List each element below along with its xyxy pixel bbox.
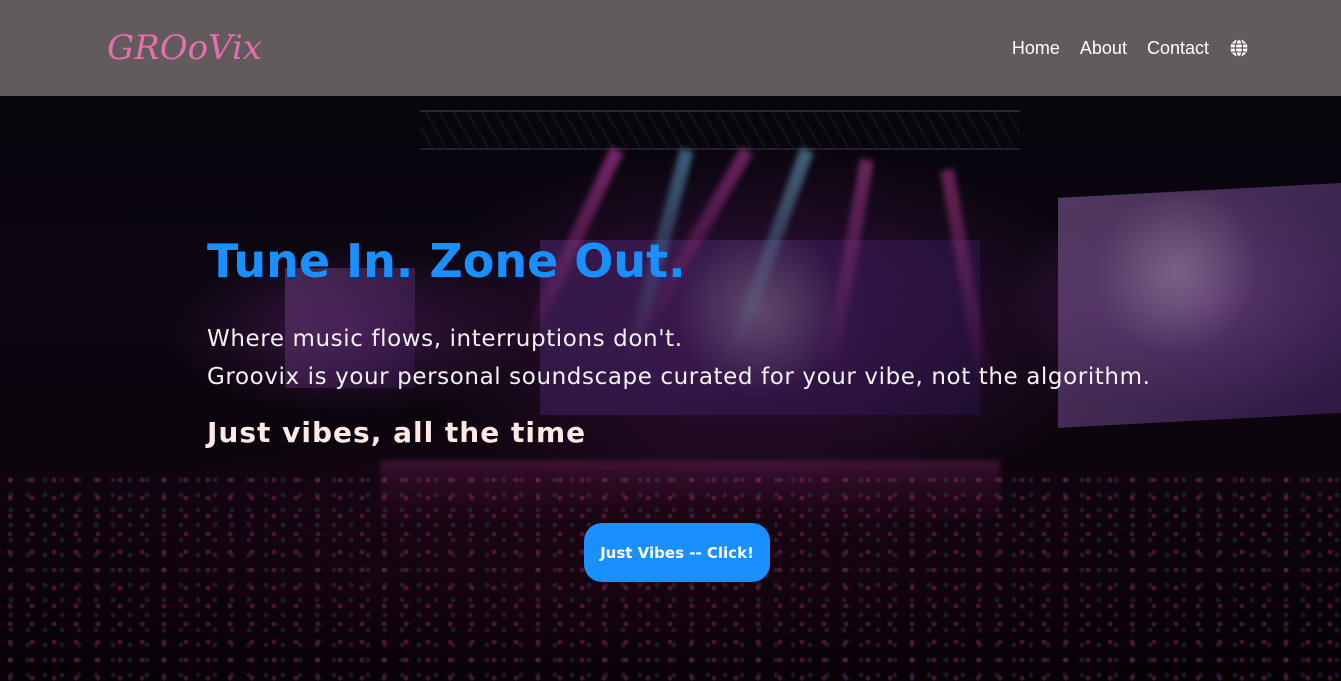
site-logo[interactable]: GROoVix <box>107 28 262 68</box>
hero-tagline: Just vibes, all the time <box>207 416 587 449</box>
hero-description: Where music flows, interruptions don't. … <box>207 320 1207 396</box>
nav-links: Home About Contact <box>1012 38 1249 59</box>
nav-link-about[interactable]: About <box>1080 38 1127 59</box>
nav-link-home[interactable]: Home <box>1012 38 1060 59</box>
nav-link-contact[interactable]: Contact <box>1147 38 1209 59</box>
hero-description-line: Where music flows, interruptions don't. <box>207 326 683 352</box>
hero-section: Tune In. Zone Out. Where music flows, in… <box>207 232 1207 449</box>
hero-description-line: Groovix is your personal soundscape cura… <box>207 364 1151 390</box>
navbar: GROoVix Home About Contact <box>0 0 1341 96</box>
just-vibes-button[interactable]: Just Vibes -- Click! <box>584 523 770 582</box>
hero-title: Tune In. Zone Out. <box>207 234 686 288</box>
globe-icon[interactable] <box>1229 38 1249 58</box>
